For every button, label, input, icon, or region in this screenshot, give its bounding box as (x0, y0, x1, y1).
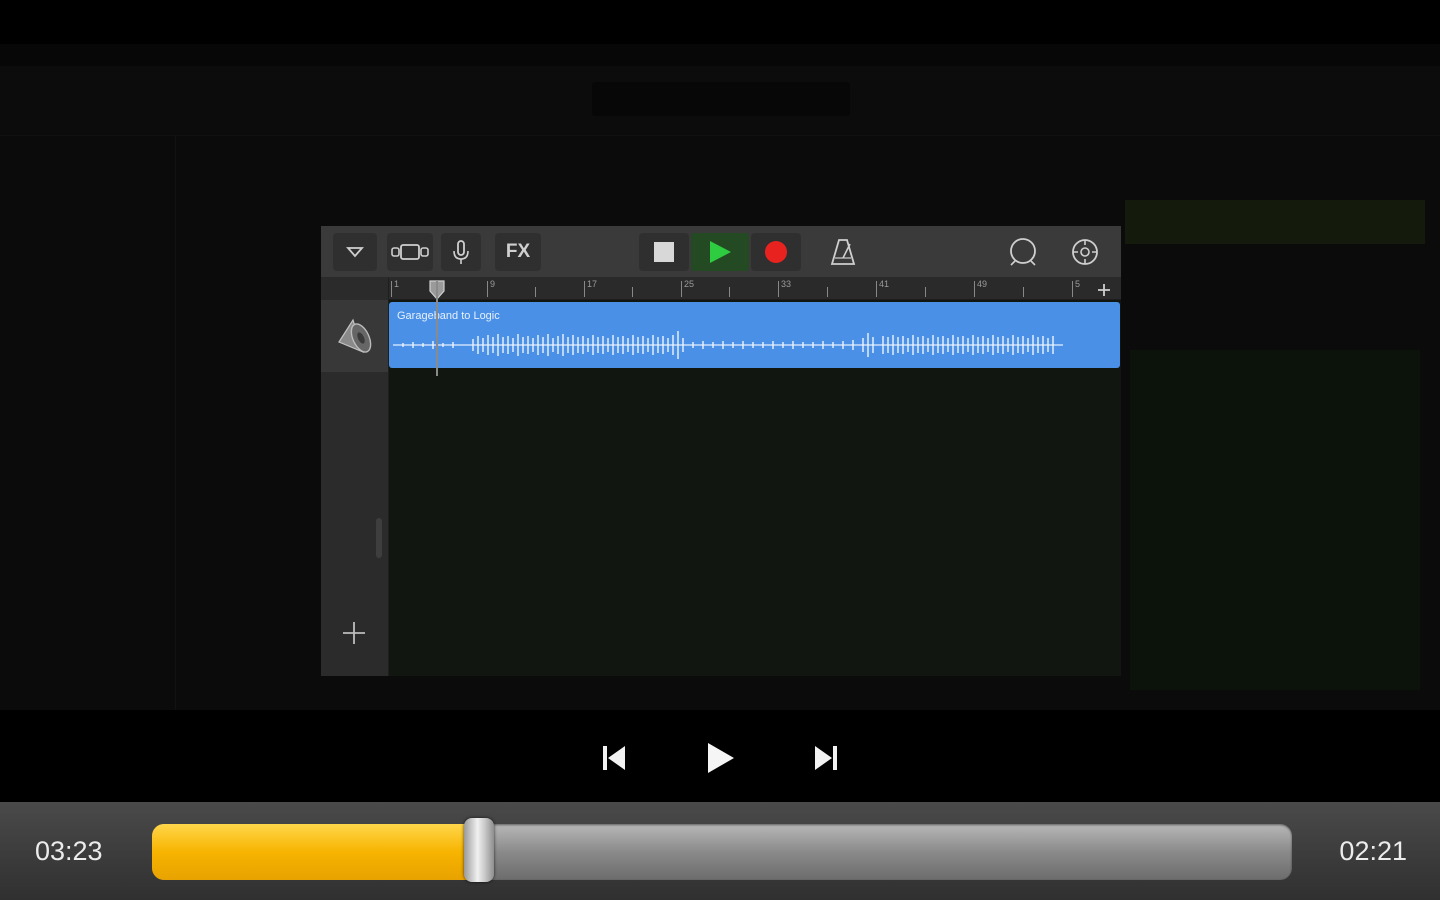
ruler-tick (1023, 287, 1024, 297)
ruler-tick (632, 287, 633, 297)
play-icon (708, 743, 734, 773)
fx-button: FX (495, 233, 541, 271)
dropdown-triangle-icon (333, 233, 377, 271)
add-track-icon (339, 618, 369, 648)
remaining-time: 02:21 (1339, 836, 1407, 866)
skip-next-button[interactable] (796, 736, 856, 780)
timeline-ruler: 1 9 17 25 33 41 49 5 (389, 278, 1121, 300)
ruler-label: 41 (879, 279, 890, 289)
ruler-label: 1 (394, 279, 400, 289)
speaker-icon (337, 318, 371, 354)
ruler-tick (487, 281, 488, 297)
ruler-tick (584, 281, 585, 297)
background-editor-panel (1130, 350, 1420, 690)
ruler-tick (778, 281, 779, 297)
play-button[interactable] (690, 736, 750, 780)
ruler-tick (827, 287, 828, 297)
seek-track[interactable] (152, 824, 1292, 880)
ruler-tick (974, 281, 975, 297)
ruler-tick (391, 281, 392, 297)
ruler-label: 25 (684, 279, 695, 289)
garageband-toolbar: FX (321, 226, 1121, 278)
audio-region: Garageband to Logic (389, 302, 1120, 368)
gb-play-icon (691, 233, 749, 271)
ruler-tick (681, 281, 682, 297)
audio-track-header (321, 300, 388, 372)
video-transport-controls (0, 710, 1440, 802)
fx-label: FX (505, 241, 531, 262)
waveform (393, 331, 1063, 359)
seek-progress-fill (152, 824, 479, 880)
ruler-tick (876, 281, 877, 297)
track-headers (321, 278, 389, 676)
garageband-window: FX 1 9 17 25 33 41 49 5 Garageband to Lo… (321, 226, 1121, 676)
add-section-icon (1098, 284, 1110, 296)
tracks-view-icon (387, 233, 433, 271)
background-lcd-display (592, 82, 850, 116)
playhead-line (436, 281, 438, 376)
record-icon (751, 233, 801, 271)
ruler-label: 49 (977, 279, 988, 289)
video-frame: FX 1 9 17 25 33 41 49 5 Garageband to Lo… (0, 0, 1440, 710)
loop-icon (1001, 233, 1045, 271)
skip-previous-icon (603, 746, 625, 770)
settings-icon (1063, 233, 1107, 271)
ruler-tick (535, 287, 536, 297)
stop-icon (639, 233, 689, 271)
ruler-label: 33 (781, 279, 792, 289)
resize-handle (376, 518, 382, 558)
ruler-label: 17 (587, 279, 598, 289)
background-menubar (0, 44, 1440, 66)
ruler-label: 9 (490, 279, 496, 289)
seek-bar-panel: 03:23 02:21 (0, 802, 1440, 900)
skip-previous-button[interactable] (584, 736, 644, 780)
metronome-icon (821, 233, 865, 271)
background-library-panel (0, 136, 176, 710)
skip-next-icon (815, 746, 837, 770)
microphone-icon (441, 233, 481, 271)
background-region-strip (1125, 200, 1425, 244)
ruler-tick (925, 287, 926, 297)
elapsed-time: 03:23 (35, 836, 103, 866)
ruler-label: 5 (1075, 279, 1081, 289)
seek-thumb[interactable] (464, 818, 494, 882)
tracks-area: Garageband to Logic (389, 300, 1121, 676)
region-name: Garageband to Logic (397, 310, 500, 322)
ruler-tick (729, 287, 730, 297)
ruler-tick (1072, 281, 1073, 297)
